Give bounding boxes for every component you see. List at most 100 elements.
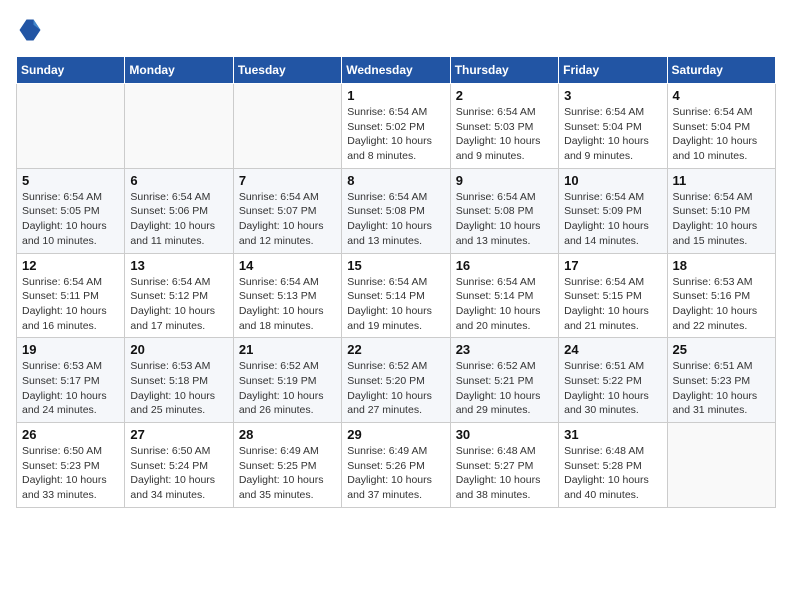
calendar-cell: 22 Sunrise: 6:52 AM Sunset: 5:20 PM Dayli…	[342, 338, 450, 423]
day-number: 19	[22, 342, 119, 357]
weekday-header-row: SundayMondayTuesdayWednesdayThursdayFrid…	[17, 57, 776, 84]
weekday-header-tuesday: Tuesday	[233, 57, 341, 84]
day-number: 8	[347, 173, 444, 188]
calendar-cell: 17 Sunrise: 6:54 AM Sunset: 5:15 PM Dayli…	[559, 253, 667, 338]
day-number: 27	[130, 427, 227, 442]
day-info: Sunrise: 6:54 AM Sunset: 5:12 PM Dayligh…	[130, 275, 227, 334]
day-info: Sunrise: 6:54 AM Sunset: 5:14 PM Dayligh…	[456, 275, 553, 334]
day-info: Sunrise: 6:54 AM Sunset: 5:13 PM Dayligh…	[239, 275, 336, 334]
day-info: Sunrise: 6:53 AM Sunset: 5:17 PM Dayligh…	[22, 359, 119, 418]
calendar-cell: 4Sunrise: 6:54 AM Sunset: 5:04 PM Daylig…	[667, 84, 775, 169]
day-number: 22	[347, 342, 444, 357]
day-info: Sunrise: 6:54 AM Sunset: 5:02 PM Dayligh…	[347, 105, 444, 164]
day-info: Sunrise: 6:53 AM Sunset: 5:16 PM Dayligh…	[673, 275, 770, 334]
day-number: 4	[673, 88, 770, 103]
calendar-cell: 2 Sunrise: 6:54 AM Sunset: 5:03 PM Daylig…	[450, 84, 558, 169]
calendar-body: 1 Sunrise: 6:54 AM Sunset: 5:02 PM Daylig…	[17, 84, 776, 508]
calendar-week-4: 19 Sunrise: 6:53 AM Sunset: 5:17 PM Dayli…	[17, 338, 776, 423]
calendar-cell: 19 Sunrise: 6:53 AM Sunset: 5:17 PM Dayli…	[17, 338, 125, 423]
day-number: 28	[239, 427, 336, 442]
day-info: Sunrise: 6:48 AM Sunset: 5:27 PM Dayligh…	[456, 444, 553, 503]
calendar-week-1: 1 Sunrise: 6:54 AM Sunset: 5:02 PM Daylig…	[17, 84, 776, 169]
calendar-week-2: 5Sunrise: 6:54 AM Sunset: 5:05 PM Daylig…	[17, 168, 776, 253]
calendar-cell: 6 Sunrise: 6:54 AM Sunset: 5:06 PM Daylig…	[125, 168, 233, 253]
day-number: 14	[239, 258, 336, 273]
day-number: 13	[130, 258, 227, 273]
day-number: 30	[456, 427, 553, 442]
logo	[16, 16, 48, 44]
calendar-cell: 9Sunrise: 6:54 AM Sunset: 5:08 PM Daylig…	[450, 168, 558, 253]
day-info: Sunrise: 6:50 AM Sunset: 5:24 PM Dayligh…	[130, 444, 227, 503]
day-info: Sunrise: 6:52 AM Sunset: 5:21 PM Dayligh…	[456, 359, 553, 418]
calendar-cell: 25 Sunrise: 6:51 AM Sunset: 5:23 PM Dayli…	[667, 338, 775, 423]
day-info: Sunrise: 6:54 AM Sunset: 5:08 PM Dayligh…	[456, 190, 553, 249]
day-number: 1	[347, 88, 444, 103]
day-info: Sunrise: 6:54 AM Sunset: 5:15 PM Dayligh…	[564, 275, 661, 334]
calendar-cell: 28 Sunrise: 6:49 AM Sunset: 5:25 PM Dayli…	[233, 423, 341, 508]
day-number: 23	[456, 342, 553, 357]
day-number: 3	[564, 88, 661, 103]
calendar-cell: 21Sunrise: 6:52 AM Sunset: 5:19 PM Dayli…	[233, 338, 341, 423]
calendar-table: SundayMondayTuesdayWednesdayThursdayFrid…	[16, 56, 776, 508]
calendar-cell	[667, 423, 775, 508]
calendar-cell: 13 Sunrise: 6:54 AM Sunset: 5:12 PM Dayli…	[125, 253, 233, 338]
day-info: Sunrise: 6:53 AM Sunset: 5:18 PM Dayligh…	[130, 359, 227, 418]
calendar-cell: 24 Sunrise: 6:51 AM Sunset: 5:22 PM Dayli…	[559, 338, 667, 423]
day-info: Sunrise: 6:49 AM Sunset: 5:26 PM Dayligh…	[347, 444, 444, 503]
calendar-header: SundayMondayTuesdayWednesdayThursdayFrid…	[17, 57, 776, 84]
day-info: Sunrise: 6:50 AM Sunset: 5:23 PM Dayligh…	[22, 444, 119, 503]
calendar-cell: 8 Sunrise: 6:54 AM Sunset: 5:08 PM Daylig…	[342, 168, 450, 253]
day-info: Sunrise: 6:48 AM Sunset: 5:28 PM Dayligh…	[564, 444, 661, 503]
calendar-cell: 5Sunrise: 6:54 AM Sunset: 5:05 PM Daylig…	[17, 168, 125, 253]
day-info: Sunrise: 6:51 AM Sunset: 5:23 PM Dayligh…	[673, 359, 770, 418]
calendar-cell	[233, 84, 341, 169]
day-info: Sunrise: 6:54 AM Sunset: 5:03 PM Dayligh…	[456, 105, 553, 164]
calendar-week-3: 12 Sunrise: 6:54 AM Sunset: 5:11 PM Dayli…	[17, 253, 776, 338]
day-info: Sunrise: 6:54 AM Sunset: 5:14 PM Dayligh…	[347, 275, 444, 334]
calendar-cell: 27 Sunrise: 6:50 AM Sunset: 5:24 PM Dayli…	[125, 423, 233, 508]
day-number: 17	[564, 258, 661, 273]
calendar-cell: 16 Sunrise: 6:54 AM Sunset: 5:14 PM Dayli…	[450, 253, 558, 338]
day-info: Sunrise: 6:54 AM Sunset: 5:10 PM Dayligh…	[673, 190, 770, 249]
day-number: 25	[673, 342, 770, 357]
calendar-cell: 3 Sunrise: 6:54 AM Sunset: 5:04 PM Daylig…	[559, 84, 667, 169]
calendar-cell: 11 Sunrise: 6:54 AM Sunset: 5:10 PM Dayli…	[667, 168, 775, 253]
logo-icon	[16, 16, 44, 44]
day-info: Sunrise: 6:52 AM Sunset: 5:20 PM Dayligh…	[347, 359, 444, 418]
day-number: 6	[130, 173, 227, 188]
day-number: 11	[673, 173, 770, 188]
calendar-week-5: 26Sunrise: 6:50 AM Sunset: 5:23 PM Dayli…	[17, 423, 776, 508]
calendar-cell: 26Sunrise: 6:50 AM Sunset: 5:23 PM Dayli…	[17, 423, 125, 508]
day-number: 20	[130, 342, 227, 357]
calendar-cell: 23 Sunrise: 6:52 AM Sunset: 5:21 PM Dayli…	[450, 338, 558, 423]
day-info: Sunrise: 6:54 AM Sunset: 5:09 PM Dayligh…	[564, 190, 661, 249]
calendar-cell: 20 Sunrise: 6:53 AM Sunset: 5:18 PM Dayli…	[125, 338, 233, 423]
day-info: Sunrise: 6:54 AM Sunset: 5:04 PM Dayligh…	[564, 105, 661, 164]
day-number: 2	[456, 88, 553, 103]
calendar-cell: 29 Sunrise: 6:49 AM Sunset: 5:26 PM Dayli…	[342, 423, 450, 508]
weekday-header-thursday: Thursday	[450, 57, 558, 84]
day-info: Sunrise: 6:54 AM Sunset: 5:11 PM Dayligh…	[22, 275, 119, 334]
weekday-header-wednesday: Wednesday	[342, 57, 450, 84]
day-number: 18	[673, 258, 770, 273]
day-number: 24	[564, 342, 661, 357]
weekday-header-saturday: Saturday	[667, 57, 775, 84]
day-info: Sunrise: 6:54 AM Sunset: 5:08 PM Dayligh…	[347, 190, 444, 249]
day-info: Sunrise: 6:52 AM Sunset: 5:19 PM Dayligh…	[239, 359, 336, 418]
calendar-cell: 1 Sunrise: 6:54 AM Sunset: 5:02 PM Daylig…	[342, 84, 450, 169]
weekday-header-monday: Monday	[125, 57, 233, 84]
calendar-cell: 12 Sunrise: 6:54 AM Sunset: 5:11 PM Dayli…	[17, 253, 125, 338]
day-info: Sunrise: 6:54 AM Sunset: 5:06 PM Dayligh…	[130, 190, 227, 249]
calendar-cell: 7Sunrise: 6:54 AM Sunset: 5:07 PM Daylig…	[233, 168, 341, 253]
day-number: 5	[22, 173, 119, 188]
day-info: Sunrise: 6:49 AM Sunset: 5:25 PM Dayligh…	[239, 444, 336, 503]
day-number: 15	[347, 258, 444, 273]
day-number: 12	[22, 258, 119, 273]
calendar-cell: 14 Sunrise: 6:54 AM Sunset: 5:13 PM Dayli…	[233, 253, 341, 338]
day-number: 16	[456, 258, 553, 273]
day-number: 10	[564, 173, 661, 188]
day-info: Sunrise: 6:51 AM Sunset: 5:22 PM Dayligh…	[564, 359, 661, 418]
calendar-cell	[17, 84, 125, 169]
day-number: 29	[347, 427, 444, 442]
day-number: 7	[239, 173, 336, 188]
